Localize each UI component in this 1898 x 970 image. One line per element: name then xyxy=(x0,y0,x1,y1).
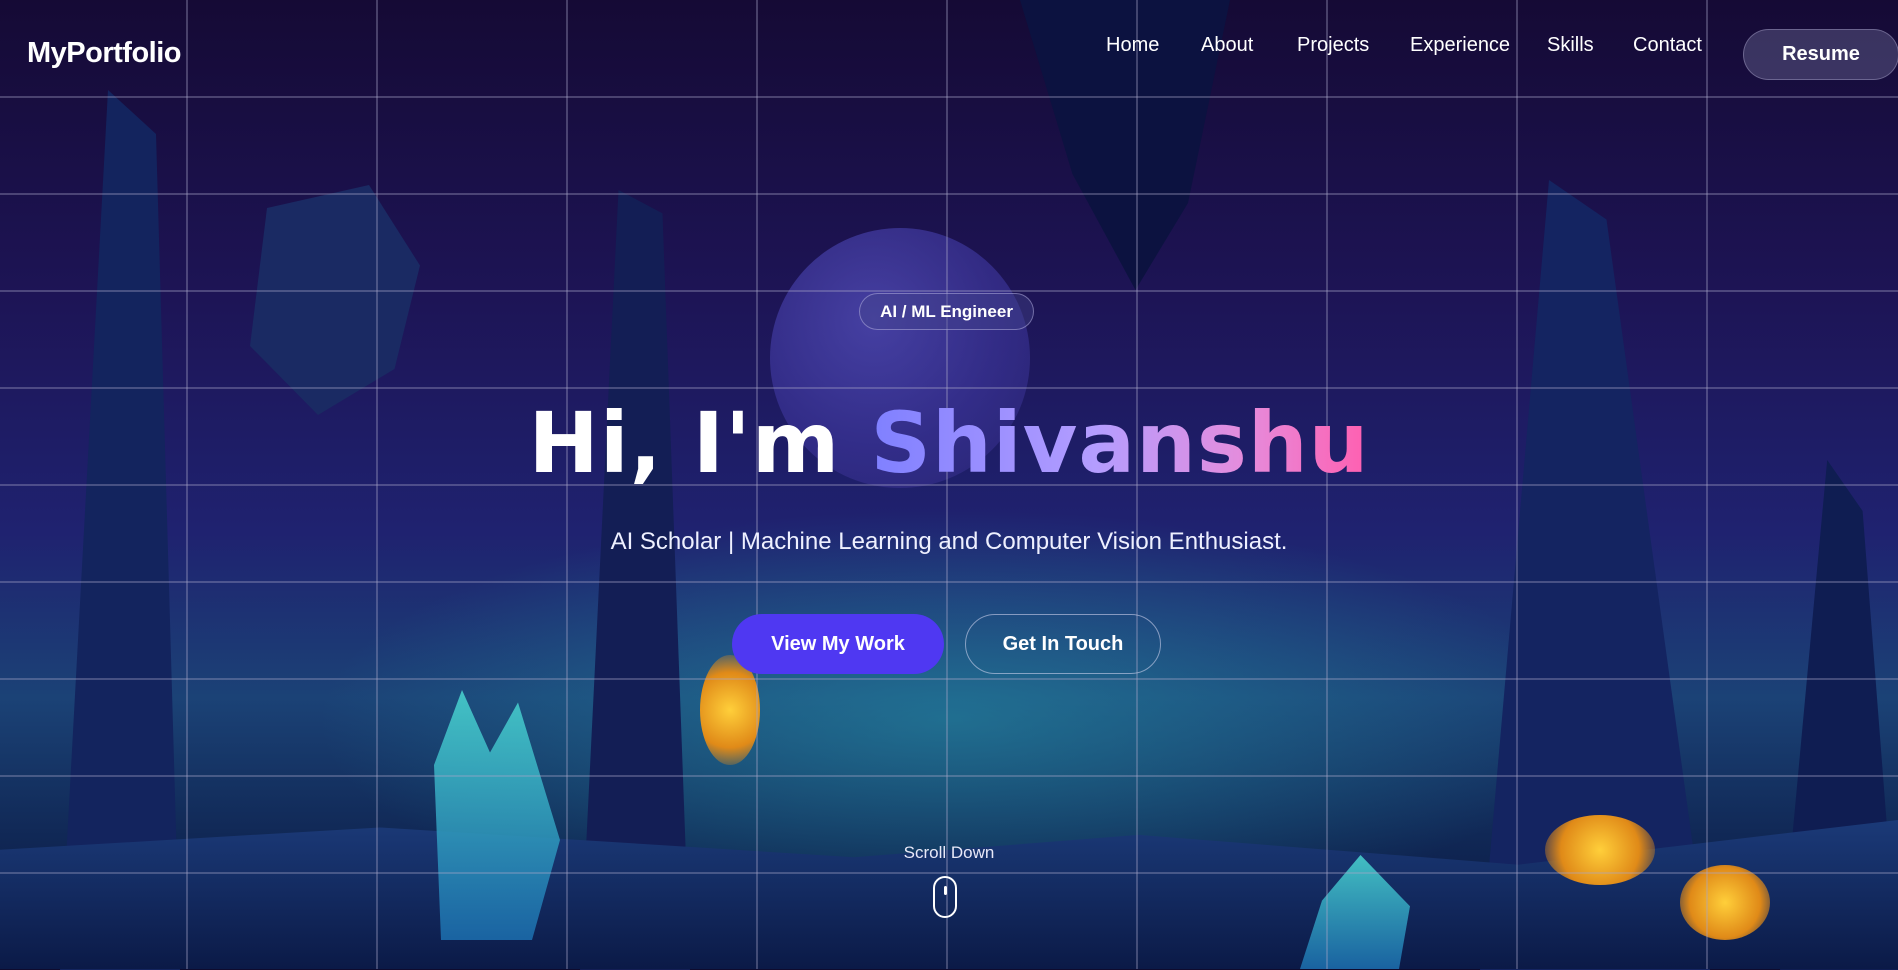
view-my-work-button[interactable]: View My Work xyxy=(732,614,944,674)
get-in-touch-button[interactable]: Get In Touch xyxy=(965,614,1161,674)
grid-line xyxy=(0,96,1898,98)
resume-button[interactable]: Resume xyxy=(1743,29,1898,80)
scroll-down-label: Scroll Down xyxy=(903,843,995,862)
ember-glow-far-right xyxy=(1680,865,1770,940)
mouse-scroll-icon[interactable] xyxy=(933,876,957,918)
grid-line xyxy=(0,387,1898,389)
role-badge: AI / ML Engineer xyxy=(859,293,1034,330)
hero-subtitle: AI Scholar | Machine Learning and Comput… xyxy=(610,528,1288,555)
hero-greeting: Hi, I'm xyxy=(528,394,871,492)
nav-link-projects[interactable]: Projects xyxy=(1297,34,1369,57)
grid-line xyxy=(0,581,1898,583)
nav-link-experience[interactable]: Experience xyxy=(1410,34,1510,57)
mouse-wheel xyxy=(944,886,947,895)
hero-headline: Hi, I'm Shivanshu xyxy=(0,393,1898,493)
nav-link-about[interactable]: About xyxy=(1201,34,1253,57)
grid-line xyxy=(0,775,1898,777)
hero-name: Shivanshu xyxy=(870,394,1370,492)
nav-link-contact[interactable]: Contact xyxy=(1633,34,1702,57)
grid-line xyxy=(0,872,1898,874)
grid-line xyxy=(0,193,1898,195)
nav-link-home[interactable]: Home xyxy=(1106,34,1159,57)
grid-line xyxy=(0,678,1898,680)
site-logo[interactable]: MyPortfolio xyxy=(27,37,182,70)
nav-link-skills[interactable]: Skills xyxy=(1547,34,1594,57)
grid-line xyxy=(0,290,1898,292)
